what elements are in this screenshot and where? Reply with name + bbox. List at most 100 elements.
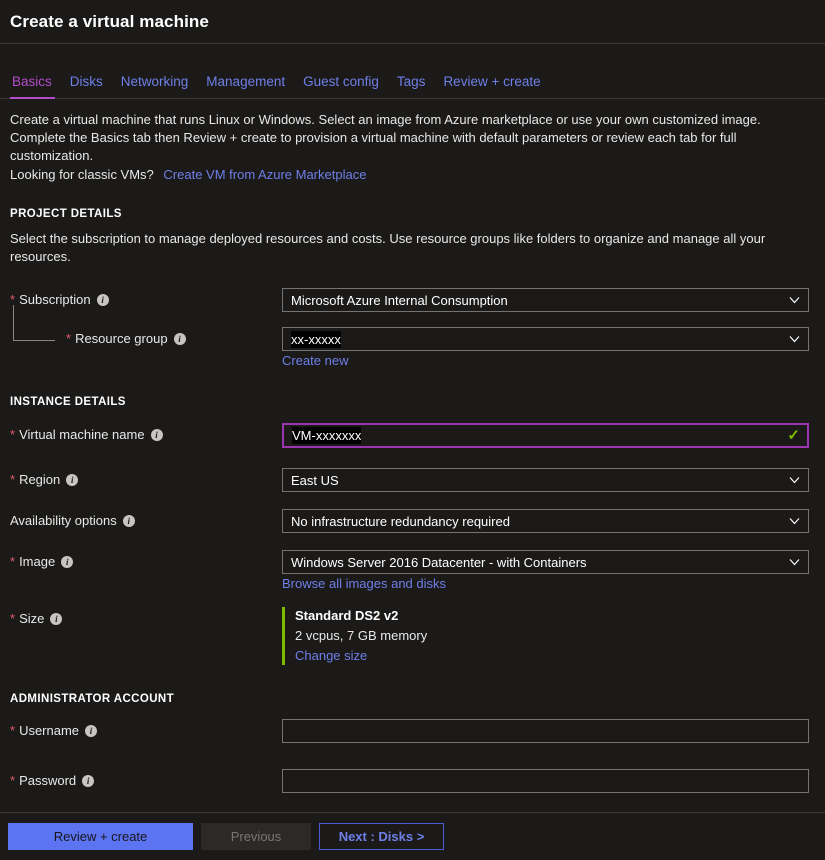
password-row: * Password i <box>0 769 825 793</box>
availability-options-label: Availability options <box>10 513 117 529</box>
image-dropdown[interactable]: Windows Server 2016 Datacenter - with Co… <box>282 550 809 574</box>
administrator-account-header: ADMINISTRATOR ACCOUNT <box>0 693 825 705</box>
subscription-label: Subscription <box>19 292 91 308</box>
subscription-dropdown[interactable]: Microsoft Azure Internal Consumption <box>282 288 809 312</box>
info-icon[interactable]: i <box>174 333 186 345</box>
size-row: * Size i Standard DS2 v2 2 vcpus, 7 GB m… <box>0 607 825 665</box>
subscription-label-cell: * Subscription i <box>10 288 282 308</box>
required-asterisk: * <box>10 430 15 440</box>
info-icon[interactable]: i <box>85 725 97 737</box>
username-control <box>282 719 825 743</box>
size-card: Standard DS2 v2 2 vcpus, 7 GB memory Cha… <box>282 607 825 665</box>
tab-basics[interactable]: Basics <box>10 74 61 98</box>
size-label-cell: * Size i <box>10 607 282 627</box>
resource-group-label: Resource group <box>75 331 168 347</box>
region-label-cell: * Region i <box>10 468 282 488</box>
resource-group-dropdown[interactable]: xx-xxxxx <box>282 327 809 351</box>
image-control: Windows Server 2016 Datacenter - with Co… <box>282 550 825 591</box>
availability-options-value: No infrastructure redundancy required <box>283 514 510 529</box>
instance-details-header: INSTANCE DETAILS <box>0 396 825 408</box>
page-content: Create a virtual machine Basics Disks Ne… <box>0 0 825 812</box>
resource-group-label-cell: * Resource group i <box>10 327 282 347</box>
review-create-button[interactable]: Review + create <box>8 823 193 850</box>
next-disks-button[interactable]: Next : Disks > <box>319 823 444 850</box>
tab-tags[interactable]: Tags <box>388 74 435 98</box>
page-title: Create a virtual machine <box>10 12 825 32</box>
info-icon[interactable]: i <box>61 556 73 568</box>
vm-name-control: VM-xxxxxxx ✓ <box>282 423 825 448</box>
region-row: * Region i East US <box>0 468 825 492</box>
size-specs: 2 vcpus, 7 GB memory <box>295 627 825 645</box>
subscription-row: * Subscription i Microsoft Azure Interna… <box>0 288 825 312</box>
required-asterisk: * <box>10 295 15 305</box>
tab-strip: Basics Disks Networking Management Guest… <box>0 66 825 99</box>
vm-name-input[interactable]: VM-xxxxxxx ✓ <box>282 423 809 448</box>
subscription-value: Microsoft Azure Internal Consumption <box>283 293 508 308</box>
vm-name-label: Virtual machine name <box>19 427 145 443</box>
image-value: Windows Server 2016 Datacenter - with Co… <box>283 555 587 570</box>
vm-name-value: VM-xxxxxxx <box>292 427 361 444</box>
region-dropdown[interactable]: East US <box>282 468 809 492</box>
page-description: Create a virtual machine that runs Linux… <box>0 99 825 184</box>
availability-options-label-cell: Availability options i <box>10 509 282 529</box>
password-label: Password <box>19 773 76 789</box>
vm-name-label-cell: * Virtual machine name i <box>10 423 282 443</box>
classic-vm-prompt: Looking for classic VMs? <box>10 167 154 182</box>
tab-disks[interactable]: Disks <box>61 74 112 98</box>
tab-guest-config[interactable]: Guest config <box>294 74 388 98</box>
resource-group-row: * Resource group i xx-xxxxx Create new <box>0 327 825 368</box>
image-label: Image <box>19 554 55 570</box>
username-input[interactable] <box>282 719 809 743</box>
password-input[interactable] <box>282 769 809 793</box>
region-control: East US <box>282 468 825 492</box>
region-value: East US <box>283 473 339 488</box>
tab-networking[interactable]: Networking <box>112 74 198 98</box>
size-name: Standard DS2 v2 <box>295 607 825 625</box>
info-icon[interactable]: i <box>82 775 94 787</box>
resource-group-value: xx-xxxxx <box>291 331 341 348</box>
chevron-down-icon <box>789 516 800 527</box>
info-icon[interactable]: i <box>123 515 135 527</box>
create-new-resource-group-link[interactable]: Create new <box>282 353 348 368</box>
username-label: Username <box>19 723 79 739</box>
region-label: Region <box>19 472 60 488</box>
classic-vm-row: Looking for classic VMs? Create VM from … <box>10 166 785 184</box>
change-size-link[interactable]: Change size <box>295 647 367 665</box>
previous-button[interactable]: Previous <box>201 823 311 850</box>
description-line-1: Create a virtual machine that runs Linux… <box>10 111 785 129</box>
tab-review-create[interactable]: Review + create <box>434 74 549 98</box>
image-label-cell: * Image i <box>10 550 282 570</box>
required-asterisk: * <box>10 475 15 485</box>
info-icon[interactable]: i <box>151 429 163 441</box>
availability-options-dropdown[interactable]: No infrastructure redundancy required <box>282 509 809 533</box>
size-control: Standard DS2 v2 2 vcpus, 7 GB memory Cha… <box>282 607 825 665</box>
tab-management[interactable]: Management <box>197 74 294 98</box>
required-asterisk: * <box>10 614 15 624</box>
password-control <box>282 769 825 793</box>
required-asterisk: * <box>10 726 15 736</box>
username-row: * Username i <box>0 719 825 743</box>
required-asterisk: * <box>10 776 15 786</box>
image-row: * Image i Windows Server 2016 Datacenter… <box>0 550 825 591</box>
chevron-down-icon <box>789 295 800 306</box>
create-vm-marketplace-link[interactable]: Create VM from Azure Marketplace <box>163 167 366 182</box>
browse-all-images-link[interactable]: Browse all images and disks <box>282 576 446 591</box>
chevron-down-icon <box>789 334 800 345</box>
username-label-cell: * Username i <box>10 719 282 739</box>
subscription-control: Microsoft Azure Internal Consumption <box>282 288 825 312</box>
info-icon[interactable]: i <box>50 613 62 625</box>
chevron-down-icon <box>789 557 800 568</box>
availability-options-control: No infrastructure redundancy required <box>282 509 825 533</box>
size-label: Size <box>19 611 44 627</box>
info-icon[interactable]: i <box>66 474 78 486</box>
required-asterisk: * <box>10 557 15 567</box>
required-asterisk: * <box>66 334 71 344</box>
info-icon[interactable]: i <box>97 294 109 306</box>
availability-options-row: Availability options i No infrastructure… <box>0 509 825 533</box>
vm-name-value-wrapper: VM-xxxxxxx <box>284 427 361 444</box>
resource-group-control: xx-xxxxx Create new <box>282 327 825 368</box>
project-details-subtitle: Select the subscription to manage deploy… <box>0 220 825 266</box>
description-line-2: Complete the Basics tab then Review + cr… <box>10 129 785 165</box>
project-details-header: PROJECT DETAILS <box>0 208 825 220</box>
password-label-cell: * Password i <box>10 769 282 789</box>
